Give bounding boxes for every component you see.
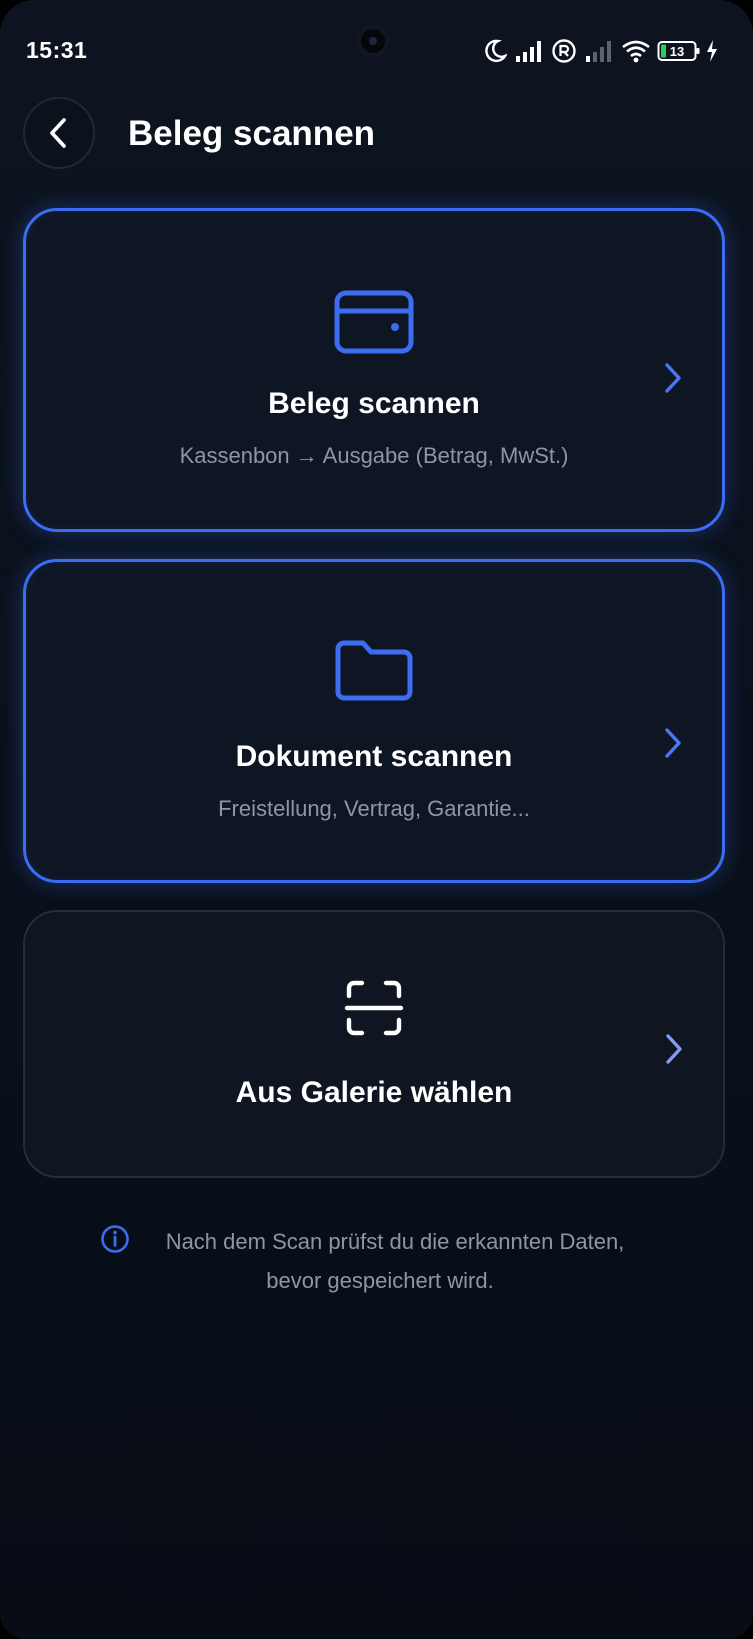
moon-icon <box>485 39 507 63</box>
folder-icon <box>335 640 413 701</box>
status-icons: 13 <box>483 38 723 66</box>
app-screen: 15:31 13 Beleg scannen Beleg scannen Kas… <box>0 0 753 1639</box>
option-subtitle: Freistellung, Vertrag, Garantie... <box>218 796 530 821</box>
status-bar: 15:31 13 <box>0 0 753 100</box>
option-title: Beleg scannen <box>268 387 480 420</box>
option-title: Dokument scannen <box>235 740 513 773</box>
info-line-2: bevor gespeichert wird. <box>266 1268 494 1293</box>
scan-frame-icon <box>344 980 404 1036</box>
roaming-r-icon <box>552 39 576 63</box>
option-subtitle: Kassenbon → Ausgabe (Betrag, MwSt.) <box>179 443 569 468</box>
option-scan-receipt[interactable]: Beleg scannen Kassenbon → Ausgabe (Betra… <box>23 208 725 532</box>
front-camera <box>356 24 390 58</box>
option-scan-document[interactable]: Dokument scannen Freistellung, Vertrag, … <box>23 559 725 883</box>
status-time: 15:31 <box>26 37 88 63</box>
option-title: Aus Galerie wählen <box>235 1076 513 1109</box>
card-icon <box>334 290 414 354</box>
back-button[interactable] <box>23 97 95 169</box>
battery-level: 13 <box>670 44 684 59</box>
chevron-right-icon <box>665 728 681 758</box>
battery-icon: 13 <box>657 41 700 61</box>
info-line-1: Nach dem Scan prüfst du die erkannten Da… <box>165 1229 625 1254</box>
chevron-right-icon <box>666 1034 682 1064</box>
chevron-right-icon <box>665 363 681 393</box>
signal-icon <box>516 41 541 62</box>
wifi-icon <box>622 40 650 63</box>
charging-bolt-icon <box>707 40 717 62</box>
option-pick-from-gallery[interactable]: Aus Galerie wählen <box>23 910 725 1178</box>
chevron-left-icon <box>50 118 66 148</box>
info-note: Nach dem Scan prüfst du die erkannten Da… <box>60 1222 700 1300</box>
page-title: Beleg scannen <box>128 114 376 153</box>
signal-weak-icon <box>586 41 611 62</box>
